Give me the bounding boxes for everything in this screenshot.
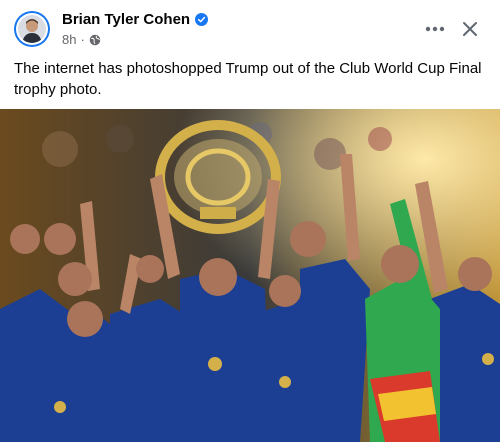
avatar[interactable] — [14, 11, 50, 47]
trophy — [155, 120, 281, 234]
more-horizontal-icon[interactable] — [420, 15, 450, 43]
avatar-ring — [16, 13, 48, 45]
photo-illustration — [0, 109, 500, 442]
meta-separator: · — [80, 32, 85, 47]
verified-badge-icon — [195, 13, 209, 26]
author-name[interactable]: Brian Tyler Cohen — [62, 11, 190, 28]
globe-icon[interactable] — [89, 34, 101, 46]
post-time[interactable]: 8h — [62, 32, 76, 47]
post-caption: The internet has photoshopped Trump out … — [14, 60, 482, 98]
post-header: Brian Tyler Cohen 8h · — [0, 0, 500, 58]
avatar-photo — [18, 15, 46, 43]
author-row: Brian Tyler Cohen — [62, 11, 209, 28]
close-icon[interactable] — [456, 15, 484, 43]
post-photo[interactable] — [0, 109, 500, 442]
post-meta: 8h · — [62, 32, 101, 47]
